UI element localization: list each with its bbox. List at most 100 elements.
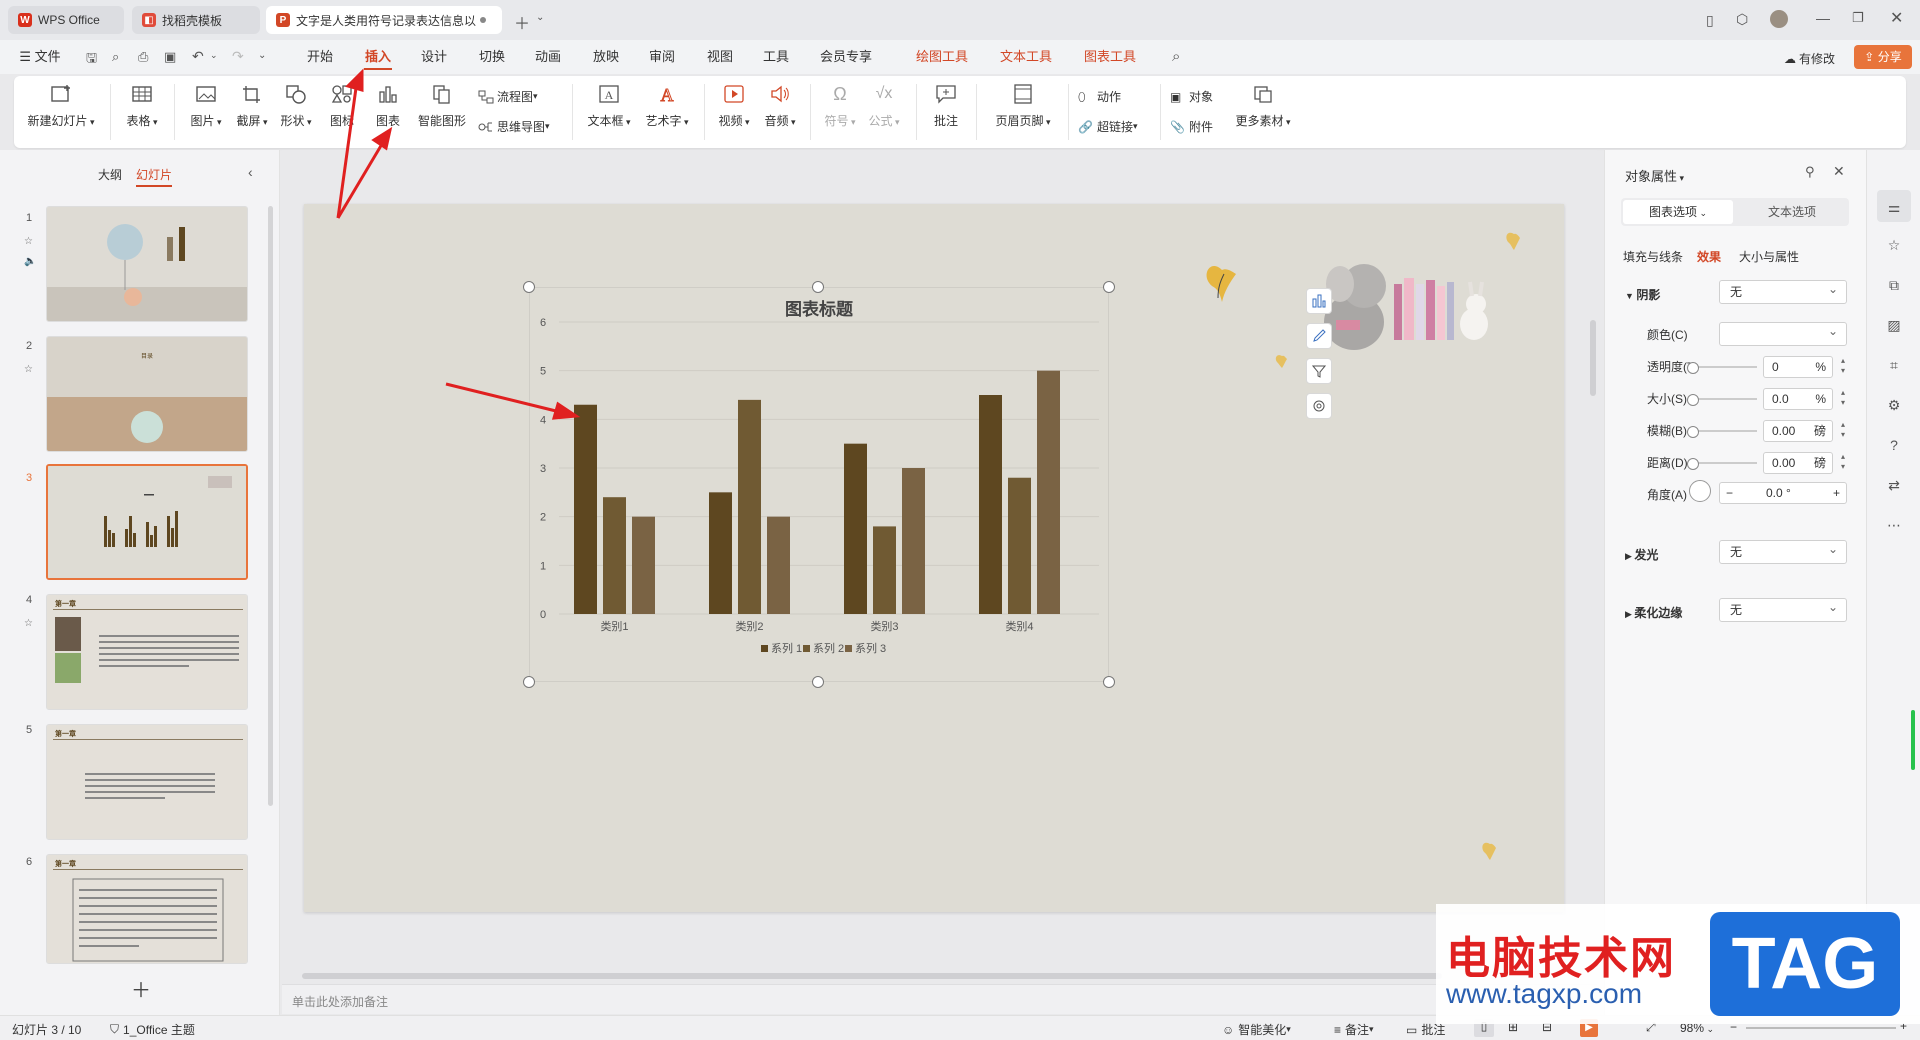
shape-button[interactable]: 形状 ▾ <box>276 82 316 129</box>
panel-title[interactable]: 对象属性 ▾ <box>1625 166 1684 185</box>
menu-review[interactable]: 审阅 <box>644 40 680 74</box>
more-chevron-icon[interactable]: ⌄ <box>258 50 266 61</box>
notes-placeholder[interactable]: 单击此处添加备注 <box>292 993 388 1010</box>
tab-list-chevron-icon[interactable]: ⌄ <box>536 12 544 23</box>
resize-handle-top-left[interactable] <box>523 281 535 293</box>
audio-button[interactable]: 音频 ▾ <box>760 82 800 129</box>
save-icon[interactable]: 🖫 <box>86 49 97 71</box>
star-icon[interactable]: ☆ <box>1885 236 1903 254</box>
object-button[interactable]: ▣ 对象 <box>1170 88 1213 105</box>
close-icon[interactable]: ✕ <box>1890 8 1903 28</box>
export-icon[interactable]: ⌕ <box>112 49 119 65</box>
avatar[interactable] <box>1770 10 1788 28</box>
theme-indicator[interactable]: ⛉ 1_Office 主题 <box>110 1021 195 1038</box>
blur-input[interactable]: 0.00 磅 <box>1763 420 1833 442</box>
slide-thumbnail-6[interactable]: 第一章 <box>46 854 248 964</box>
menu-insert[interactable]: 插入 <box>358 40 398 74</box>
table-button[interactable]: 表格 ▾ <box>122 82 162 129</box>
undo-icon[interactable]: ↶ <box>192 48 204 65</box>
redo-icon[interactable]: ↷ <box>232 48 244 65</box>
shadow-size-spinner[interactable]: ▴ ▾ <box>1837 388 1849 410</box>
new-slide-button[interactable]: 新建幻灯片 ▾ <box>26 82 96 129</box>
slide-canvas[interactable]: 图表标题 0 1 2 3 4 5 6 类别1 类别2 类别3 类别4 系列 1 系列 2 系列 3 <box>304 204 1564 912</box>
minimize-icon[interactable]: — <box>1816 10 1830 26</box>
transparency-slider[interactable] <box>1687 362 1757 374</box>
sliders-icon[interactable]: ⚌ <box>1885 198 1903 216</box>
collapse-panel-icon[interactable]: ‹ <box>248 164 253 180</box>
formula-button[interactable]: √x 公式 ▾ <box>864 82 904 129</box>
increase-icon[interactable]: + <box>1833 483 1840 503</box>
scroll-thumb[interactable] <box>302 973 1442 979</box>
tab-outline[interactable]: 大纲 <box>98 166 122 183</box>
menu-slideshow[interactable]: 放映 <box>588 40 624 74</box>
layout-icon[interactable]: ▯ <box>1706 12 1714 29</box>
subtab-effects[interactable]: 效果 <box>1697 248 1721 265</box>
close-panel-icon[interactable]: ✕ <box>1833 163 1845 180</box>
symbol-button[interactable]: Ω 符号 ▾ <box>820 82 860 129</box>
chart-style-button[interactable] <box>1306 323 1332 349</box>
menu-text-tools[interactable]: 文本工具 <box>996 40 1056 74</box>
distance-slider[interactable] <box>1687 458 1757 470</box>
settings-icon[interactable]: ⚙ <box>1885 396 1903 414</box>
add-slide-icon[interactable]: ＋ <box>131 974 151 1003</box>
canvas-horizontal-scrollbar[interactable] <box>286 972 1596 980</box>
comment-button[interactable]: 批注 <box>926 82 966 129</box>
slide-thumbnail-1[interactable] <box>46 206 248 322</box>
menu-drawing-tools[interactable]: 绘图工具 <box>912 40 972 74</box>
glow-section-header[interactable]: ▶ 发光 <box>1625 546 1658 563</box>
transparency-spinner[interactable]: ▴ ▾ <box>1837 356 1849 378</box>
wordart-button[interactable]: A 艺术字 ▾ <box>642 82 692 129</box>
action-button[interactable]: ⬯ 动作 <box>1078 88 1121 105</box>
shadow-size-slider[interactable] <box>1687 394 1757 406</box>
cube-icon[interactable]: ⬡ <box>1736 11 1748 28</box>
chart-filter-button[interactable] <box>1306 358 1332 384</box>
shadow-color-select[interactable] <box>1719 320 1847 346</box>
menu-design[interactable]: 设计 <box>416 40 452 74</box>
resize-handle-top[interactable] <box>812 281 824 293</box>
soft-edge-select[interactable]: 无 <box>1719 596 1847 622</box>
chart-settings-button[interactable] <box>1306 393 1332 419</box>
slide-thumbnail-5[interactable]: 第一章 <box>46 724 248 840</box>
undo-chevron-icon[interactable]: ⌄ <box>210 50 218 61</box>
menu-transition[interactable]: 切换 <box>474 40 510 74</box>
screenshot-button[interactable]: 截屏 ▾ <box>232 82 272 129</box>
icon-button[interactable]: 图标 <box>324 82 360 129</box>
menu-vip[interactable]: 会员专享 <box>816 40 876 74</box>
tab-wps-home[interactable]: W WPS Office <box>8 6 124 34</box>
menu-home[interactable]: 开始 <box>302 40 338 74</box>
shadow-section-header[interactable]: ▼ 阴影 <box>1625 286 1660 303</box>
shadow-select[interactable]: 无 <box>1719 278 1847 304</box>
bar-chart[interactable]: 0 1 2 3 4 5 6 类别1 类别2 类别3 类别4 系列 1 系列 2 系列 3 <box>529 314 1109 679</box>
mindmap-button[interactable]: 思维导图 ▾ <box>478 118 550 135</box>
attachment-button[interactable]: 📎 附件 <box>1170 118 1213 135</box>
print-preview-icon[interactable]: ▣ <box>164 49 176 65</box>
soft-edge-section-header[interactable]: ▶ 柔化边缘 <box>1625 604 1682 621</box>
decrease-icon[interactable]: − <box>1726 483 1733 503</box>
new-tab-icon[interactable]: ＋ <box>514 10 530 34</box>
share-button[interactable]: ⇪ 分享 <box>1854 45 1912 69</box>
distance-spinner[interactable]: ▴ ▾ <box>1837 452 1849 474</box>
help-icon[interactable]: ? <box>1885 436 1903 454</box>
menu-tools[interactable]: 工具 <box>758 40 794 74</box>
menu-chart-tools[interactable]: 图表工具 <box>1080 40 1140 74</box>
header-footer-button[interactable]: 页眉页脚 ▾ <box>990 82 1056 129</box>
tab-chart-options[interactable]: 图表选项 ⌄ <box>1623 200 1733 224</box>
blur-slider[interactable] <box>1687 426 1757 438</box>
menu-view[interactable]: 视图 <box>702 40 738 74</box>
textbox-button[interactable]: A 文本框 ▾ <box>584 82 634 129</box>
notes-pane[interactable]: 单击此处添加备注 <box>282 984 1597 1014</box>
tab-template[interactable]: ◧ 找稻壳模板 <box>132 6 260 34</box>
notes-toggle[interactable]: ≡ 备注 ▾ <box>1334 1021 1374 1038</box>
copy-icon[interactable]: ⧉ <box>1885 276 1903 294</box>
thumbnails-scrollbar[interactable] <box>268 206 273 806</box>
blur-spinner[interactable]: ▴ ▾ <box>1837 420 1849 442</box>
subtab-size-properties[interactable]: 大小与属性 <box>1739 248 1799 265</box>
print-icon[interactable]: ⎙ <box>138 49 148 65</box>
flowchart-button[interactable]: 流程图 ▾ <box>478 88 538 105</box>
beautify-button[interactable]: ☺ 智能美化 ▾ <box>1222 1021 1291 1038</box>
image-edit-icon[interactable]: ▨ <box>1885 316 1903 334</box>
hyperlink-button[interactable]: 🔗 超链接 ▾ <box>1078 118 1138 135</box>
angle-dial[interactable] <box>1689 480 1711 502</box>
subtab-fill-line[interactable]: 填充与线条 <box>1623 248 1683 265</box>
resize-handle-top-right[interactable] <box>1103 281 1115 293</box>
